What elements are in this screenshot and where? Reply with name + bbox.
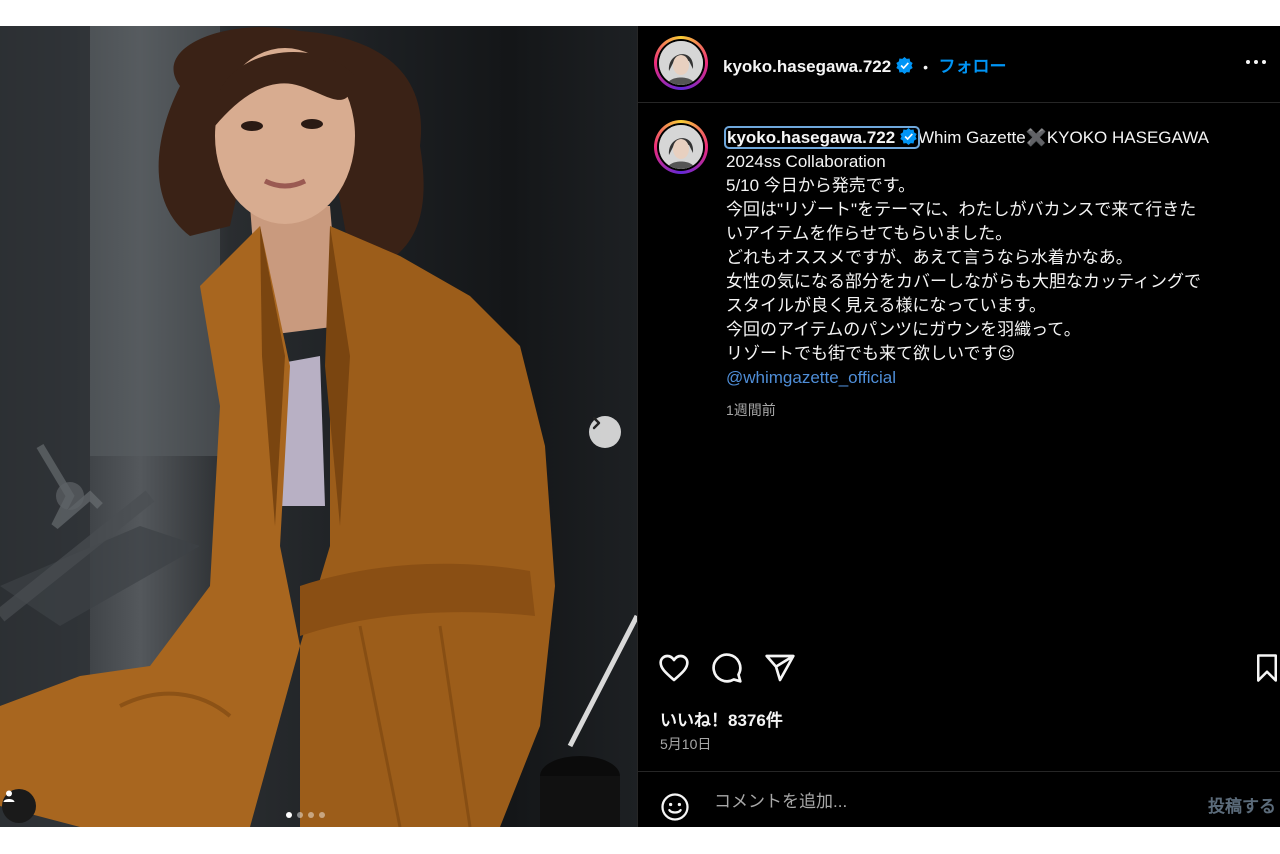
avatar-image: [659, 41, 703, 85]
heart-icon[interactable]: [658, 652, 690, 684]
share-icon[interactable]: [764, 652, 796, 684]
post-caption: kyoko.hasegawa.722 Whim Gazette✖️KYOKO H…: [724, 126, 1266, 422]
avatar-image: [659, 125, 703, 169]
caption-line: スタイルが良く見える様になっています。: [726, 296, 1046, 315]
like-count[interactable]: いいね！8376件: [660, 706, 783, 731]
caption-line: どれもオススメですが、あえて言うなら水着かなあ。: [726, 248, 1133, 267]
verified-badge-icon: [896, 57, 913, 74]
caption-line: いアイテムを作らせてもらいました。: [726, 224, 1013, 243]
avatar[interactable]: [654, 36, 708, 90]
user-tag-icon: [3, 790, 15, 802]
chevron-right-icon: [592, 416, 601, 430]
caption-line: Whim Gazette✖️KYOKO HASEGAWA: [917, 128, 1209, 147]
comment-input[interactable]: [712, 786, 1186, 818]
caption-line: 女性の気になる部分をカバーしながらも大胆なカッティングで: [726, 272, 1201, 291]
caption-username-link[interactable]: kyoko.hasegawa.722: [724, 126, 920, 149]
mention-link[interactable]: @whimgazette_official: [726, 366, 1266, 390]
carousel-dot: [297, 812, 303, 818]
caption-username[interactable]: kyoko.hasegawa.722: [727, 128, 895, 147]
action-bar: [658, 652, 1278, 684]
comment-bar: 投稿する: [638, 771, 1280, 828]
comment-icon[interactable]: [711, 652, 743, 684]
carousel-dot: [308, 812, 314, 818]
post-photo[interactable]: [0, 26, 637, 827]
emoji-icon[interactable]: [660, 792, 690, 822]
verified-badge-icon: [900, 128, 917, 145]
caption-line: 今回のアイテムのパンツにガウンを羽織って。: [726, 320, 1081, 339]
header-user-row: kyoko.hasegawa.722 • フォロー: [723, 52, 1006, 77]
carousel-next-button[interactable]: [589, 416, 621, 448]
caption-avatar[interactable]: [654, 120, 708, 174]
more-options-icon[interactable]: [1244, 50, 1268, 74]
caption-first-line: kyoko.hasegawa.722 Whim Gazette✖️KYOKO H…: [724, 126, 1266, 150]
caption-line: 今回は"リゾート"をテーマに、わたしがバカンスで来て行きた: [726, 200, 1197, 219]
post-date[interactable]: 5月10日: [660, 734, 711, 754]
header-separator: •: [923, 59, 929, 75]
caption-line: 2024ss Collaboration: [726, 152, 886, 171]
carousel-dot: [319, 812, 325, 818]
carousel-dot-active: [286, 812, 292, 818]
caption-line: リゾートでも街でも来て欲しいです😉: [726, 344, 1016, 363]
caption-line: 5/10 今日から発売です。: [726, 176, 916, 195]
photo-illustration: [0, 26, 637, 827]
carousel-indicator: [286, 812, 325, 818]
post-modal: kyoko.hasegawa.722 • フォロー kyoko.hasegawa…: [0, 26, 1280, 827]
bookmark-icon[interactable]: [1252, 652, 1280, 684]
caption-timestamp[interactable]: 1週間前: [726, 398, 1266, 422]
follow-button[interactable]: フォロー: [938, 57, 1006, 76]
post-detail-panel: kyoko.hasegawa.722 • フォロー kyoko.hasegawa…: [638, 26, 1280, 827]
post-header: kyoko.hasegawa.722 • フォロー: [638, 26, 1280, 103]
header-username[interactable]: kyoko.hasegawa.722: [723, 57, 891, 76]
user-tag-button[interactable]: [2, 789, 36, 823]
post-comment-button[interactable]: 投稿する: [1208, 792, 1276, 817]
